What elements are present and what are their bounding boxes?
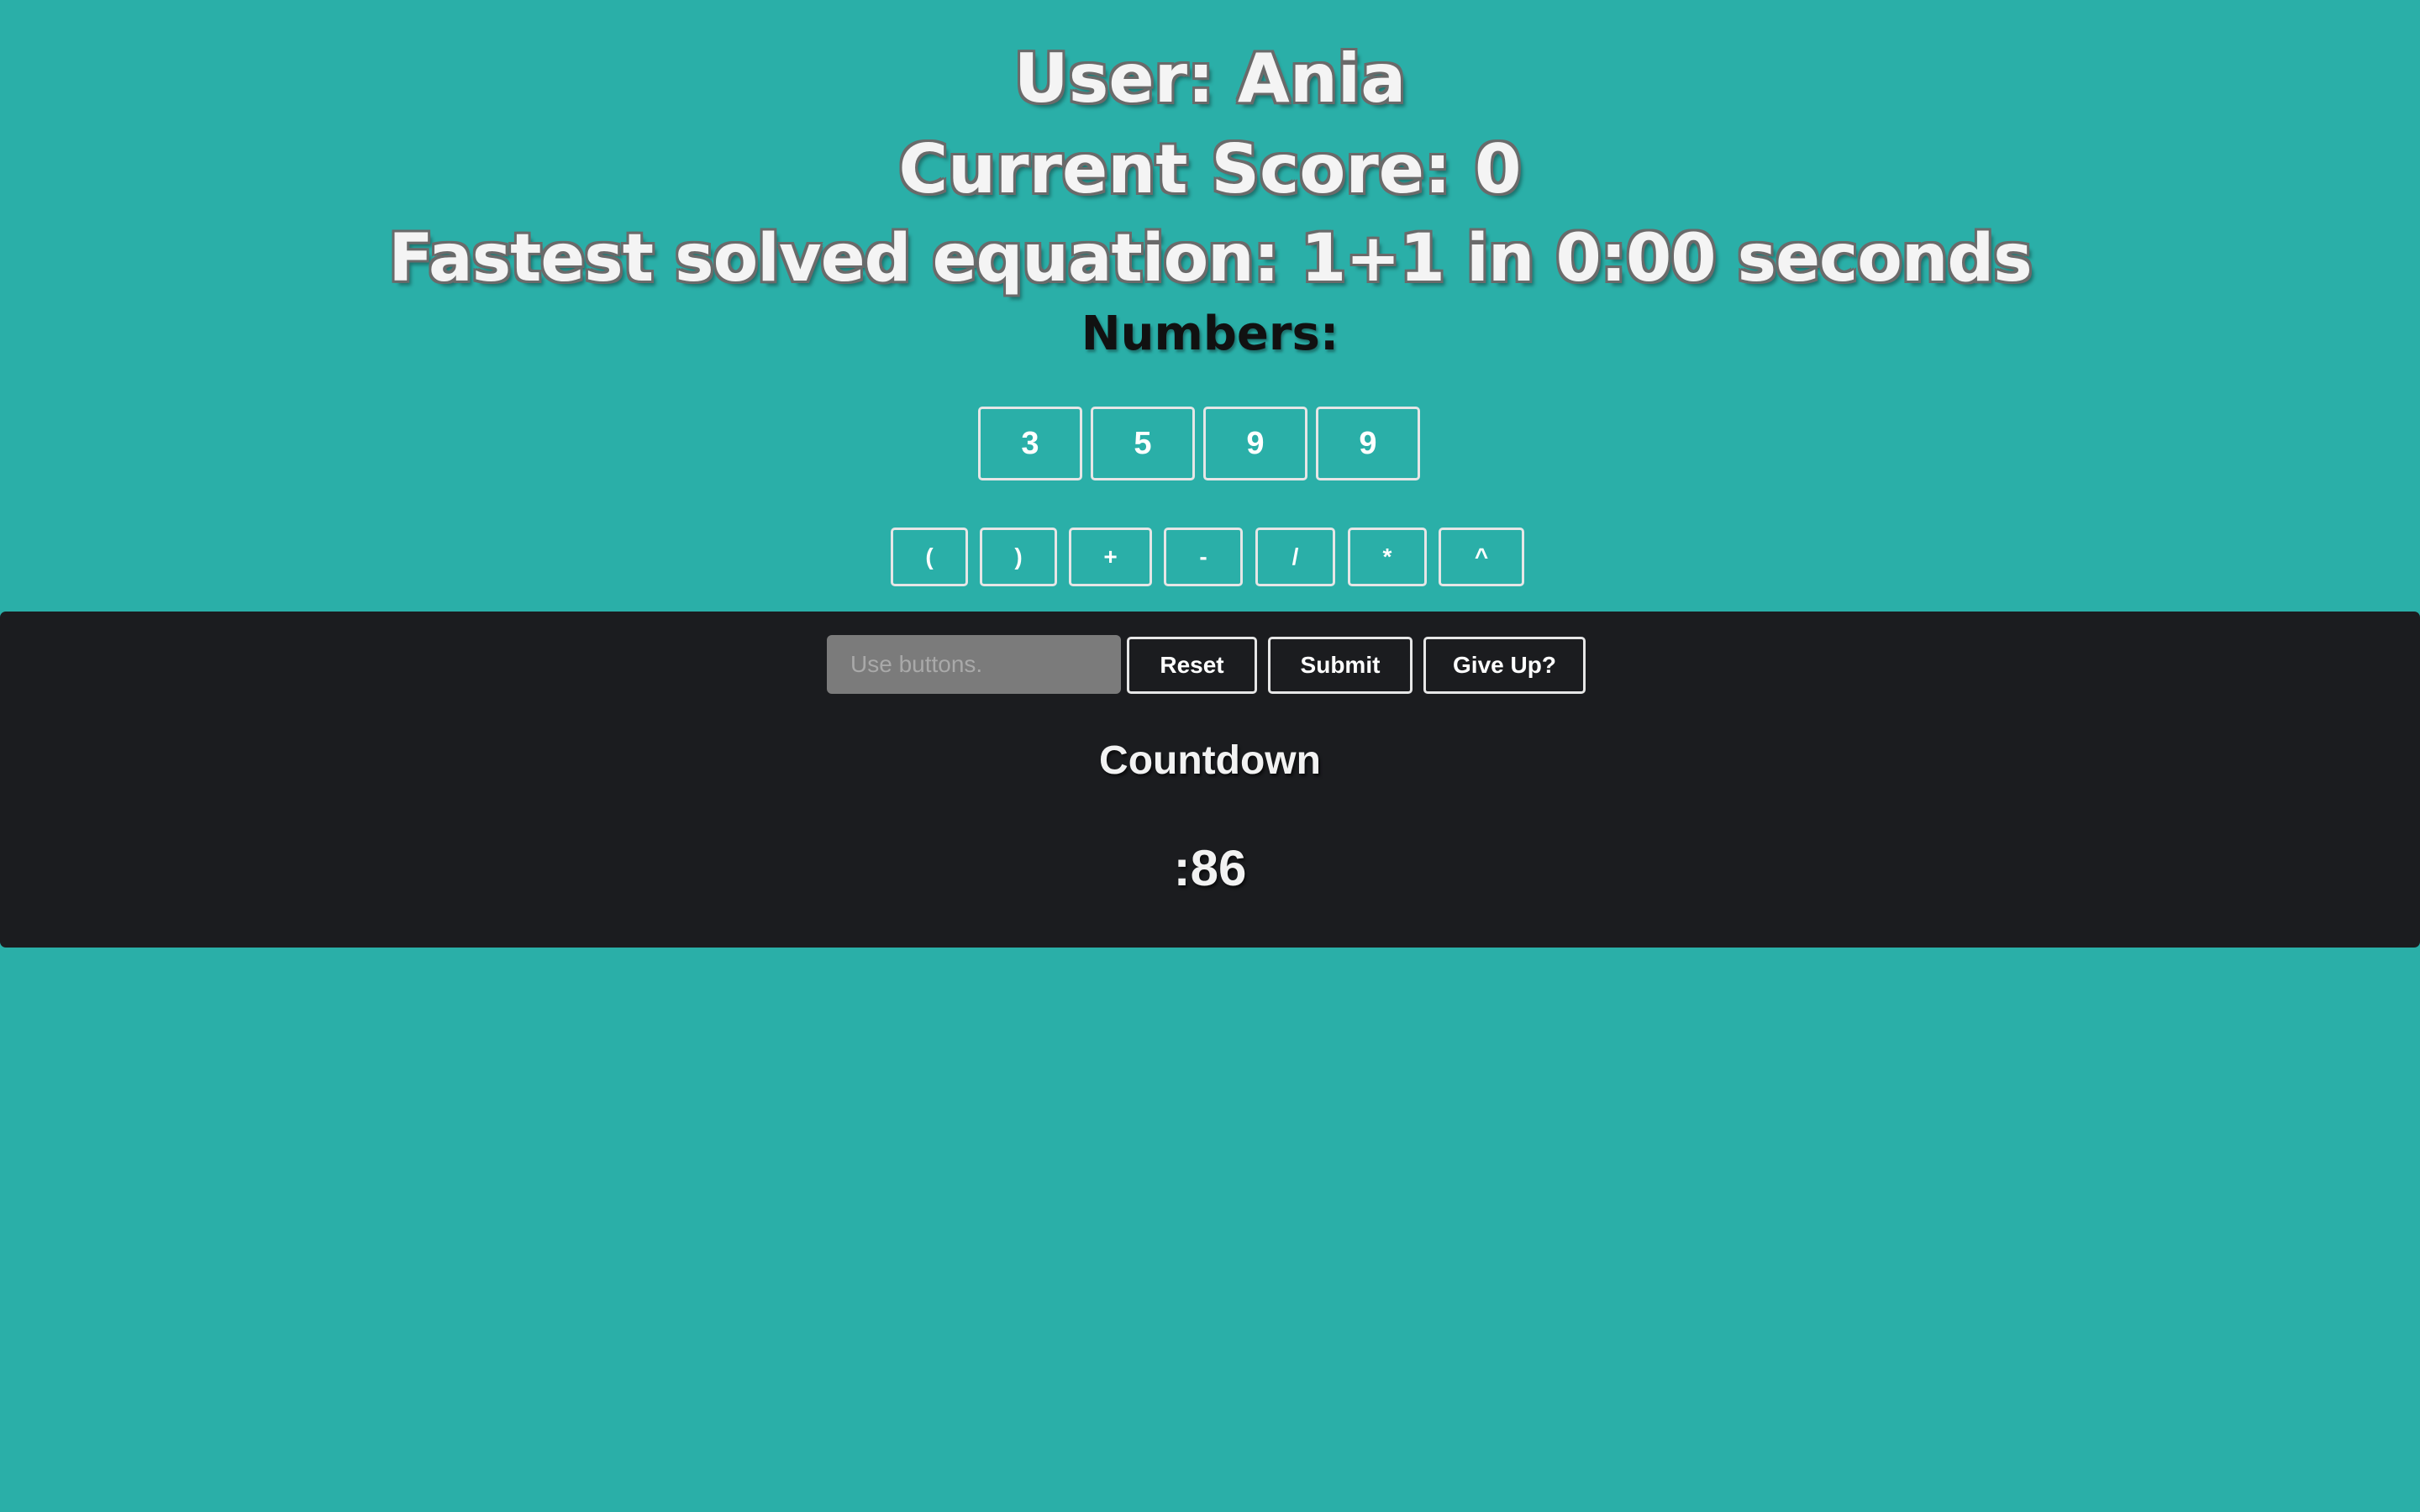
close-paren-button[interactable]: ) — [980, 528, 1057, 586]
answer-panel: Reset Submit Give Up? Countdown :86 — [0, 612, 2420, 948]
power-button[interactable]: ^ — [1439, 528, 1524, 586]
plus-button[interactable]: + — [1069, 528, 1152, 586]
open-paren-button[interactable]: ( — [891, 528, 968, 586]
current-score-heading: Current Score: 0 — [898, 130, 1522, 208]
divide-button[interactable]: / — [1255, 528, 1335, 586]
number-tile-4[interactable]: 9 — [1316, 407, 1420, 480]
numbers-label: Numbers: — [1081, 307, 1339, 361]
multiply-button[interactable]: * — [1348, 528, 1427, 586]
number-tiles: 3 5 9 9 — [978, 407, 1420, 480]
give-up-button[interactable]: Give Up? — [1423, 637, 1586, 694]
fastest-equation-heading: Fastest solved equation: 1+1 in 0:00 sec… — [388, 221, 2032, 297]
countdown-title: Countdown — [1099, 738, 1321, 783]
reset-button[interactable]: Reset — [1127, 637, 1257, 694]
number-tile-2[interactable]: 5 — [1091, 407, 1195, 480]
countdown-timer: :86 — [1173, 840, 1247, 896]
minus-button[interactable]: - — [1164, 528, 1243, 586]
number-tile-3[interactable]: 9 — [1203, 407, 1307, 480]
submit-button[interactable]: Submit — [1268, 637, 1413, 694]
number-tile-1[interactable]: 3 — [978, 407, 1082, 480]
user-name-heading: User: Ania — [1013, 39, 1407, 118]
equation-input[interactable] — [827, 635, 1121, 694]
game-page: User: Ania Current Score: 0 Fastest solv… — [0, 0, 2420, 1512]
